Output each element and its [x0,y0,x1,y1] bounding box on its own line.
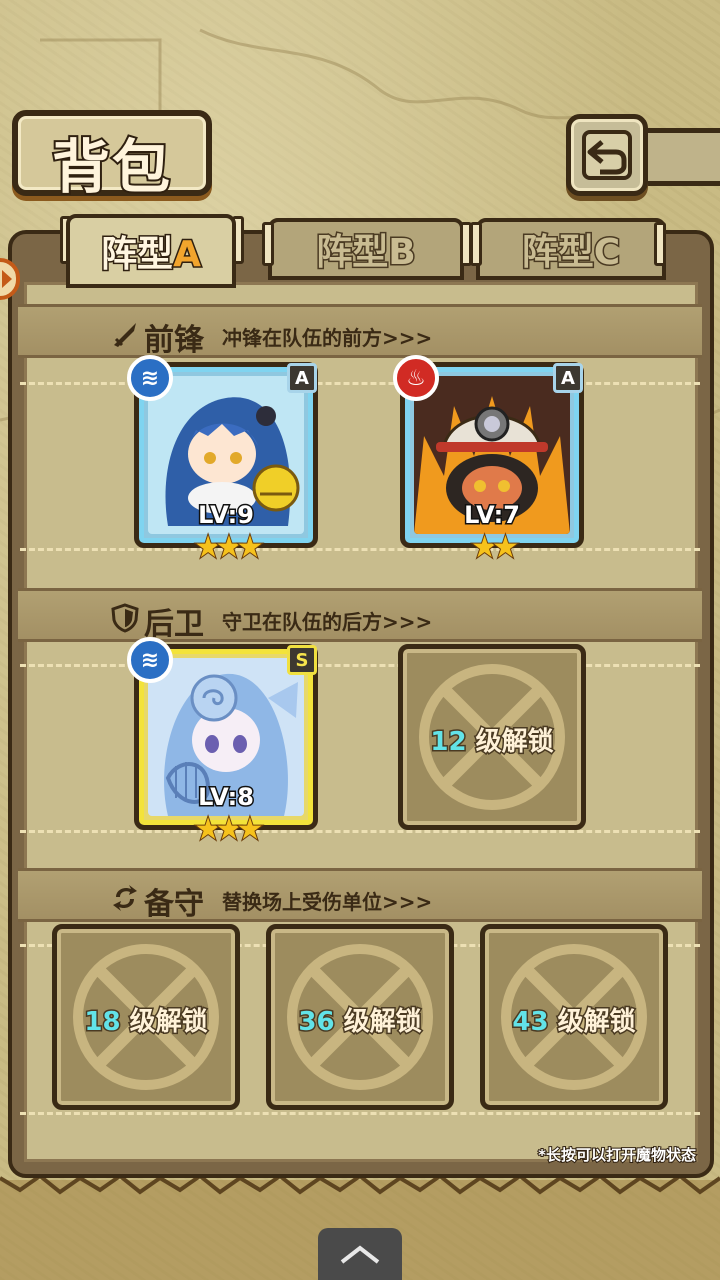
divider [20,830,700,833]
unlock-requirement: 12 级解锁 [403,721,581,759]
unlock-level: 12 [429,726,468,759]
sword-icon [114,323,136,347]
star-icon: ★ [470,529,499,566]
star-icon: ★ [194,811,223,848]
divider [20,664,700,667]
swap-icon [113,885,137,911]
locked-slot[interactable]: 43 级解锁 [480,924,668,1110]
hint-text: *长按可以打开魔物状态 [537,1145,697,1165]
section-title: 前锋 [144,323,204,358]
star-icon: ★ [235,529,264,566]
unlock-label: 级解锁 [474,726,555,759]
star-rating: ★★★ [139,811,313,848]
tab-formation-c[interactable]: 阵型C [476,218,666,280]
unlock-label: 级解锁 [128,1006,209,1039]
star-icon: ★ [215,529,244,566]
tab-label-suffix: C [592,231,621,275]
expand-drawer-button[interactable] [318,1228,402,1280]
section-description: 冲锋在队伍的前方>>> [222,326,433,350]
water-element-icon: ≋ [127,637,173,683]
unit-level: LV:9 [197,500,256,531]
unit-card[interactable]: ♨ A LV:7 ★★ [393,355,584,566]
tab-post [470,222,482,266]
back-button[interactable] [566,114,648,196]
star-rating: ★★ [405,529,579,566]
tab-post [654,222,666,266]
rank-badge: A [287,363,317,393]
locked-slot[interactable]: 12 级解锁 [398,644,586,830]
tab-formation-b[interactable]: 阵型B [268,218,464,280]
back-arrow-icon [582,130,632,180]
star-icon: ★ [194,529,223,566]
unlock-requirement: 18 级解锁 [57,1001,235,1039]
star-icon: ★ [215,811,244,848]
tab-label: 阵型 [520,231,595,275]
tab-label: 阵型 [315,231,390,275]
divider [20,1112,700,1115]
tab-label: 阵型 [100,233,175,277]
back-button-rail [640,128,720,186]
locked-slot[interactable]: 36 级解锁 [266,924,454,1110]
fire-element-icon: ♨ [393,355,439,401]
star-icon: ★ [491,529,520,566]
star-rating: ★★★ [139,529,313,566]
section-header-front: 前锋 冲锋在队伍的前方>>> [18,304,702,358]
section-header-rear: 后卫 守卫在队伍的后方>>> [18,588,702,642]
divider [20,548,700,551]
locked-slot[interactable]: 18 级解锁 [52,924,240,1110]
water-element-icon: ≋ [127,355,173,401]
unlock-label: 级解锁 [342,1006,423,1039]
section-title: 备守 [144,887,204,922]
unit-level: LV:8 [197,782,256,813]
unit-card[interactable]: ≋ S LV:8 ★★★ [127,637,318,848]
unlock-level: 18 [83,1006,122,1039]
unit-card[interactable]: ≋ A LV:9 ★★★ [127,355,318,566]
unlock-level: 43 [511,1006,550,1039]
tab-label-suffix: B [387,231,418,275]
tab-label-suffix: A [172,233,203,277]
unlock-requirement: 36 级解锁 [271,1001,449,1039]
rank-badge: S [287,645,317,675]
page-title: 背包 [50,131,172,203]
chevron-up-icon [340,1245,380,1264]
section-description: 替换场上受伤单位>>> [222,890,433,914]
unlock-label: 级解锁 [556,1006,637,1039]
section-header-reserve: 备守 替换场上受伤单位>>> [18,868,702,922]
shield-icon [111,603,139,633]
unit-level: LV:7 [463,500,522,531]
divider [20,382,700,385]
section-description: 守卫在队伍的后方>>> [222,610,433,634]
tab-post [262,222,274,266]
rank-badge: A [553,363,583,393]
title-plate: 背包 [12,110,212,203]
unlock-level: 36 [297,1006,336,1039]
star-icon: ★ [235,811,264,848]
tab-formation-a[interactable]: 阵型A [66,214,236,288]
unlock-requirement: 43 级解锁 [485,1001,663,1039]
